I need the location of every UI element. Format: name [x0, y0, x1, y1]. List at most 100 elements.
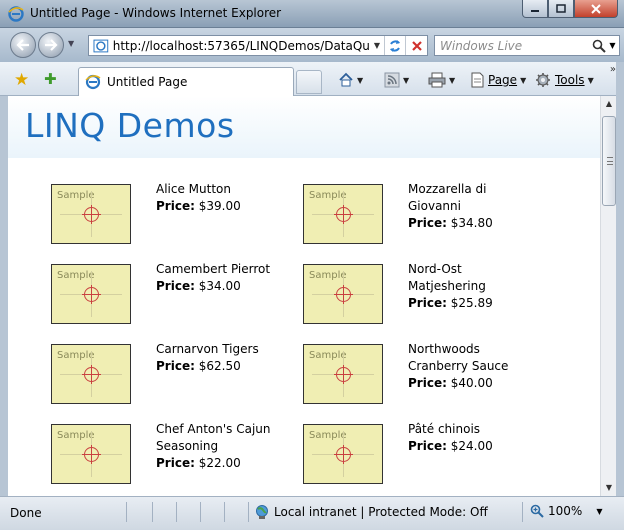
- window-titlebar: Untitled Page - Windows Internet Explore…: [0, 0, 624, 28]
- thumbnail-label: Sample: [57, 270, 95, 281]
- security-zone[interactable]: Local intranet | Protected Mode: Off: [254, 504, 488, 520]
- search-bar[interactable]: Windows Live ▼: [434, 35, 620, 56]
- maximize-icon: [556, 4, 566, 13]
- thumbnail-label: Sample: [309, 270, 347, 281]
- close-icon: [591, 3, 601, 14]
- address-bar[interactable]: http://localhost:57365/LINQDemos/DataQue…: [88, 35, 428, 56]
- product-price: $34.80: [450, 216, 493, 230]
- minimize-button[interactable]: [522, 0, 548, 18]
- ie-icon: [8, 6, 24, 22]
- stop-button[interactable]: [405, 36, 427, 55]
- intranet-globe-icon: [256, 505, 268, 519]
- product-item: Sample Nord-Ost Matjeshering Price: $25.89: [303, 261, 543, 326]
- refresh-button[interactable]: [383, 36, 406, 55]
- product-price: $34.00: [198, 279, 241, 293]
- product-price-line: Price: $25.89: [408, 295, 540, 312]
- price-label: Price:: [156, 199, 195, 213]
- thumbnail-label: Sample: [309, 190, 347, 201]
- product-price: $39.00: [198, 199, 241, 213]
- product-name: Chef Anton's Cajun Seasoning: [156, 422, 271, 453]
- product-price-line: Price: $34.80: [408, 215, 540, 232]
- product-item: Sample Carnarvon Tigers Price: $62.50: [51, 341, 291, 406]
- tools-menu-button[interactable]: Tools ▼: [535, 70, 594, 90]
- status-bar: Done Local intranet | Protected Mode: Of…: [0, 496, 624, 530]
- crosshair-target-icon: [334, 365, 353, 384]
- product-item: Sample Alice Mutton Price: $39.00: [51, 181, 291, 246]
- search-button[interactable]: ▼: [589, 39, 619, 53]
- crosshair-target-icon: [334, 285, 353, 304]
- thumbnail-label: Sample: [57, 190, 95, 201]
- product-info: Alice Mutton Price: $39.00: [156, 181, 288, 215]
- status-divider: [200, 502, 201, 522]
- address-dropdown[interactable]: ▼: [370, 41, 384, 50]
- thumbnail-label: Sample: [57, 430, 95, 441]
- crosshair-target-icon: [334, 205, 353, 224]
- recent-pages-dropdown[interactable]: ▼: [68, 39, 74, 48]
- product-name: Camembert Pierrot: [156, 262, 271, 276]
- print-button[interactable]: ▼: [428, 70, 455, 90]
- search-input[interactable]: Windows Live: [435, 39, 522, 53]
- tab-untitled-page[interactable]: Untitled Page: [78, 67, 294, 96]
- product-name: Mozzarella di Giovanni: [408, 182, 487, 213]
- product-info: Pâté chinois Price: $24.00: [408, 421, 540, 455]
- scroll-down-arrow-icon[interactable]: ▼: [601, 480, 617, 496]
- product-price-line: Price: $24.00: [408, 438, 540, 455]
- new-tab-button[interactable]: [296, 70, 322, 94]
- product-thumbnail: Sample: [303, 264, 383, 324]
- zoom-control[interactable]: 100% ▼: [530, 504, 602, 518]
- stop-icon: [411, 40, 422, 51]
- price-label: Price:: [156, 456, 195, 470]
- price-label: Price:: [156, 279, 195, 293]
- printer-icon: [428, 72, 446, 88]
- page-menu-button[interactable]: Page ▼: [470, 70, 526, 90]
- url-text[interactable]: http://localhost:57365/LINQDemos/DataQue…: [113, 39, 370, 53]
- product-name: Northwoods Cranberry Sauce: [408, 342, 509, 373]
- crosshair-target-icon: [82, 445, 101, 464]
- status-divider: [176, 502, 177, 522]
- thumbnail-label: Sample: [309, 350, 347, 361]
- close-button[interactable]: [574, 0, 618, 18]
- product-item: Sample Mozzarella di Giovanni Price: $34.8…: [303, 182, 543, 246]
- product-price-line: Price: $40.00: [408, 375, 540, 392]
- product-price-line: Price: $62.50: [156, 358, 288, 375]
- ie-tab-icon: [85, 74, 101, 90]
- forward-button[interactable]: [38, 32, 64, 58]
- product-name: Alice Mutton: [156, 182, 231, 196]
- product-price: $24.00: [450, 439, 493, 453]
- product-item: Sample Camembert Pierrot Price: $34.00: [51, 262, 291, 326]
- scrollbar-thumb[interactable]: [602, 116, 616, 206]
- product-price: $25.89: [450, 296, 493, 310]
- page-title: LINQ Demos: [25, 106, 235, 145]
- search-options-dropdown[interactable]: ▼: [609, 41, 615, 50]
- price-label: Price:: [408, 216, 447, 230]
- product-thumbnail: Sample: [303, 184, 383, 244]
- product-thumbnail: Sample: [51, 424, 131, 484]
- product-name: Nord-Ost Matjeshering: [408, 262, 486, 293]
- page-menu-icon: [471, 72, 484, 88]
- status-divider: [126, 502, 127, 522]
- crosshair-target-icon: [82, 205, 101, 224]
- product-name: Carnarvon Tigers: [156, 342, 259, 356]
- thumbnail-label: Sample: [309, 430, 347, 441]
- home-button[interactable]: ▼: [338, 70, 363, 90]
- back-button[interactable]: [10, 32, 36, 58]
- product-price: $40.00: [450, 376, 493, 390]
- crosshair-target-icon: [82, 285, 101, 304]
- product-info: Nord-Ost Matjeshering Price: $25.89: [408, 261, 540, 312]
- add-favorite-icon[interactable]: ✚: [44, 70, 57, 88]
- price-label: Price:: [156, 359, 195, 373]
- feeds-button[interactable]: ▼: [384, 70, 409, 90]
- search-icon: [593, 39, 607, 53]
- scroll-up-arrow-icon[interactable]: ▲: [601, 96, 617, 112]
- status-text: Done: [10, 506, 42, 520]
- product-price: $62.50: [198, 359, 241, 373]
- product-info: Carnarvon Tigers Price: $62.50: [156, 341, 288, 375]
- vertical-scrollbar[interactable]: ▲ ▼: [600, 96, 616, 496]
- product-item: Sample Chef Anton's Cajun Seasoning Price:…: [51, 422, 291, 486]
- maximize-button[interactable]: [548, 0, 574, 18]
- product-price-line: Price: $39.00: [156, 198, 288, 215]
- product-thumbnail: Sample: [303, 344, 383, 404]
- zoom-level: 100%: [548, 504, 583, 518]
- forward-arrow-icon: [45, 39, 58, 51]
- favorites-star-icon[interactable]: ★: [14, 70, 29, 90]
